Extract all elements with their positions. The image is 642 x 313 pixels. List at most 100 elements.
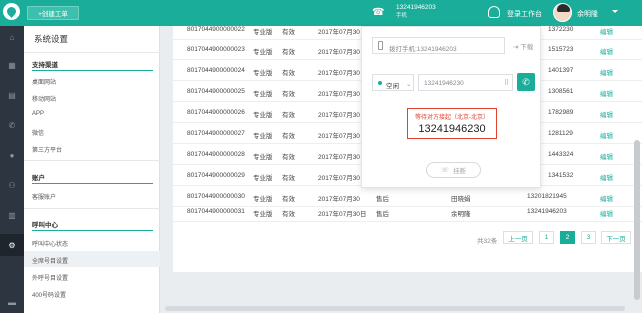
cell-status: 有效 bbox=[282, 49, 295, 56]
calling-hint: 等待对方接起（北京-北京） bbox=[415, 115, 489, 121]
download-link[interactable]: ⇥ 下载 bbox=[513, 41, 533, 51]
edit-link[interactable]: 编辑 bbox=[600, 130, 613, 140]
vertical-scrollbar[interactable] bbox=[634, 140, 640, 300]
menu-main-number-settings[interactable]: 全席号目设置 bbox=[32, 256, 68, 265]
cell-id: 8017044900000029 bbox=[187, 172, 245, 179]
cell-edition: 专业版 bbox=[253, 112, 273, 119]
cell-owner: 余明隆 bbox=[451, 211, 471, 218]
dial-mobile-input[interactable]: 拨打手机:13241946203 bbox=[372, 37, 505, 54]
menu-outbound-number-settings[interactable]: 外呼号目设置 bbox=[32, 273, 68, 282]
cell-date: 2017年07月30 bbox=[318, 49, 360, 56]
edit-link[interactable]: 编辑 bbox=[600, 151, 613, 161]
cell-id: 8017044900000022 bbox=[187, 26, 245, 33]
menu-mobile-site[interactable]: 移动网站 bbox=[32, 94, 56, 103]
cell-id: 8017044900000025 bbox=[187, 88, 245, 95]
menu-call-center-status[interactable]: 呼叫中心状态 bbox=[32, 239, 68, 248]
prev-page-button[interactable]: 上一页 bbox=[503, 231, 533, 244]
cell-status: 有效 bbox=[282, 29, 295, 36]
edit-link[interactable]: 编辑 bbox=[600, 208, 613, 218]
table-row: 8017044900000031 专业版 有效 2017年07月30日 售后 余… bbox=[173, 202, 642, 222]
create-ticket-button[interactable]: +创建工单 bbox=[27, 6, 79, 20]
page-1-button[interactable]: 1 bbox=[539, 231, 554, 244]
cell-channel: 售后 bbox=[376, 211, 389, 218]
settings-title: 系统设置 bbox=[34, 34, 69, 44]
dial-number-value: 13241946230 bbox=[424, 80, 464, 87]
agent-status-select[interactable]: 空闲 ⌄ bbox=[372, 74, 414, 91]
next-page-button[interactable]: 下一页 bbox=[601, 231, 631, 244]
page-2-button[interactable]: 2 bbox=[560, 231, 575, 244]
calling-status-box: 等待对方接起（北京-北京） 13241946230 bbox=[407, 108, 497, 139]
mobile-icon bbox=[378, 41, 383, 50]
login-workbench-link[interactable]: 登录工作台 bbox=[507, 9, 542, 19]
keyboard-icon[interactable]: ▬ bbox=[0, 291, 24, 313]
menu-third-party[interactable]: 第三方平台 bbox=[32, 145, 62, 154]
cell-id: 8017044900000027 bbox=[187, 130, 245, 137]
page-3-button[interactable]: 3 bbox=[581, 231, 596, 244]
hangup-button[interactable]: ☏ 挂断 bbox=[426, 162, 481, 178]
cell-phone: 1515723 bbox=[548, 46, 574, 53]
section-channels: 支持渠道 bbox=[32, 62, 58, 69]
chevron-down-icon[interactable] bbox=[612, 10, 618, 13]
users-icon[interactable]: ⚇ bbox=[0, 174, 24, 196]
cell-edition: 专业版 bbox=[253, 29, 273, 36]
phone-icon[interactable]: ☎ bbox=[372, 7, 384, 18]
cell-date: 2017年07月30 bbox=[318, 91, 360, 98]
dial-mobile-placeholder: 拨打手机:13241946203 bbox=[389, 46, 457, 53]
call-button[interactable]: ✆ bbox=[517, 73, 535, 91]
phone-number: 13241946203 bbox=[396, 4, 436, 11]
horizontal-scrollbar[interactable] bbox=[165, 306, 625, 311]
cell-edition: 专业版 bbox=[253, 133, 273, 140]
gear-icon[interactable]: ⚙ bbox=[0, 234, 24, 256]
document-icon[interactable]: ▤ bbox=[0, 84, 24, 106]
menu-desktop-site[interactable]: 桌面网站 bbox=[32, 77, 56, 86]
username[interactable]: 余明隆 bbox=[577, 9, 598, 19]
cell-date: 2017年07月30 bbox=[318, 133, 360, 140]
edit-link[interactable]: 编辑 bbox=[600, 109, 613, 119]
cell-date: 2017年07月30 bbox=[318, 70, 360, 77]
menu-400-number-settings[interactable]: 400号码设置 bbox=[32, 290, 66, 299]
cell-id: 8017044900000030 bbox=[187, 193, 245, 200]
status-label: 空闲 bbox=[386, 83, 399, 90]
cell-edition: 专业版 bbox=[253, 49, 273, 56]
total-count: 共32条 bbox=[477, 238, 498, 245]
headset-icon[interactable] bbox=[488, 6, 500, 18]
chart-icon[interactable]: ▥ bbox=[0, 204, 24, 226]
dial-number-input[interactable]: 13241946230 ⠿ bbox=[418, 74, 513, 91]
cell-status: 有效 bbox=[282, 175, 295, 182]
menu-app[interactable]: APP bbox=[32, 111, 44, 117]
edit-link[interactable]: 编辑 bbox=[600, 88, 613, 98]
section-call-center: 呼叫中心 bbox=[32, 222, 58, 229]
dialer-popup: 拨打手机:13241946203 ⇥ 下载 空闲 ⌄ 13241946230 ⠿… bbox=[361, 26, 541, 188]
cell-phone: 1372230 bbox=[548, 26, 574, 33]
edit-link[interactable]: 编辑 bbox=[600, 172, 613, 182]
cell-date: 2017年07月30日 bbox=[318, 29, 367, 36]
cell-edition: 专业版 bbox=[253, 91, 273, 98]
home-icon[interactable]: ⌂ bbox=[0, 26, 24, 48]
phone-nav-icon[interactable]: ✆ bbox=[0, 114, 24, 136]
cell-edition: 专业版 bbox=[253, 211, 273, 218]
grid-icon[interactable]: ▦ bbox=[0, 54, 24, 76]
user-icon[interactable]: ● bbox=[0, 144, 24, 166]
keypad-icon[interactable]: ⠿ bbox=[504, 79, 509, 87]
menu-wechat[interactable]: 微信 bbox=[32, 128, 44, 137]
cell-status: 有效 bbox=[282, 70, 295, 77]
app-logo bbox=[3, 3, 20, 20]
edit-link[interactable]: 编辑 bbox=[600, 46, 613, 56]
cell-status: 有效 bbox=[282, 211, 295, 218]
phone-status[interactable]: 13241946203 手机 bbox=[396, 4, 436, 20]
cell-phone: 1281129 bbox=[548, 130, 573, 137]
cell-phone: 1443324 bbox=[548, 151, 574, 158]
edit-link[interactable]: 编辑 bbox=[600, 67, 613, 77]
cell-id: 8017044900000031 bbox=[187, 208, 245, 215]
cell-edition: 专业版 bbox=[253, 154, 273, 161]
cell-id: 8017044900000024 bbox=[187, 67, 245, 74]
cell-id: 8017044900000023 bbox=[187, 46, 245, 53]
cell-status: 有效 bbox=[282, 154, 295, 161]
cell-date: 2017年07月30 bbox=[318, 175, 360, 182]
cell-status: 有效 bbox=[282, 91, 295, 98]
edit-link[interactable]: 编辑 bbox=[600, 26, 613, 36]
cell-status: 有效 bbox=[282, 112, 295, 119]
cell-phone: 1341532 bbox=[548, 172, 574, 179]
cell-id: 8017044900000026 bbox=[187, 109, 245, 116]
menu-agent-accounts[interactable]: 客服账户 bbox=[32, 192, 56, 201]
